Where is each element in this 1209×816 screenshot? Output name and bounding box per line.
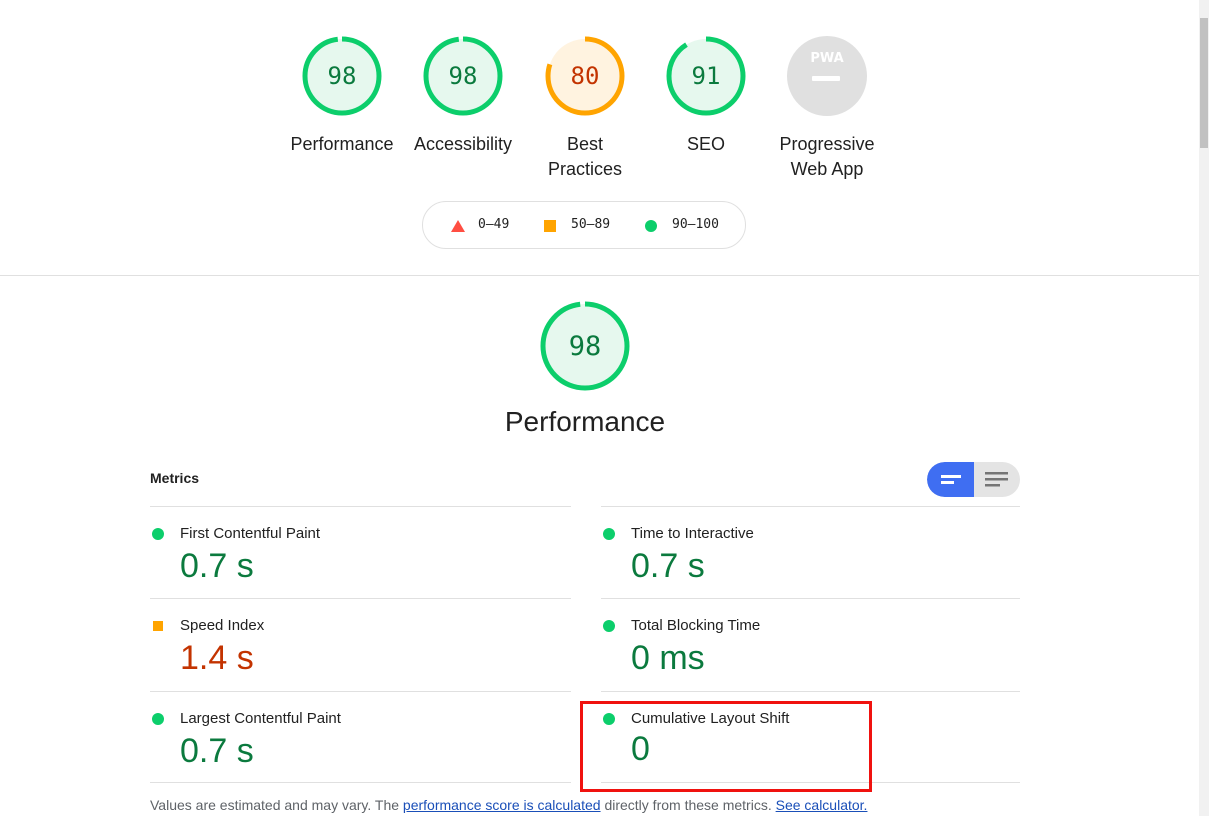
gauge-label: SEO — [686, 134, 725, 154]
pass-circle-icon — [152, 713, 164, 725]
pwa-badge-icon: PWA — [787, 36, 867, 116]
metrics-view-toggle[interactable] — [927, 462, 1020, 497]
annotation-highlight-box — [580, 701, 872, 792]
average-square-icon — [544, 220, 556, 232]
gauge-seo[interactable]: 91 SEO — [646, 34, 766, 157]
compact-view-button[interactable] — [927, 462, 974, 497]
metric-title: First Contentful Paint — [180, 525, 321, 542]
performance-title: Performance — [504, 406, 666, 437]
scrollbar-thumb[interactable] — [1200, 18, 1208, 148]
metrics-footnote: Values are estimated and may vary. The p… — [150, 797, 868, 813]
metric-largest-contentful-paint: Largest Contentful Paint 0.7 s — [150, 692, 570, 784]
metric-value: 0 ms — [631, 639, 705, 677]
gauge-label: Progressive Web App — [779, 134, 875, 179]
metric-speed-index: Speed Index 1.4 s — [150, 599, 570, 691]
metric-value: 0.7 s — [180, 732, 254, 770]
metric-first-contentful-paint: First Contentful Paint 0.7 s — [150, 507, 570, 599]
expanded-view-icon — [985, 472, 1008, 487]
score-legend: 0–49 50–89 90–100 — [422, 201, 746, 249]
metric-title: Time to Interactive — [631, 525, 754, 542]
gauge-pwa[interactable]: PWA Progressive Web App — [767, 34, 887, 182]
performance-large-score: 98 — [569, 331, 602, 362]
see-calculator-link[interactable]: See calculator. — [776, 797, 868, 813]
gauge-score: 98 — [449, 62, 478, 90]
compact-view-icon — [941, 475, 961, 484]
gauge-best-practices[interactable]: 80 Best Practices — [525, 34, 645, 182]
metric-value: 0.7 s — [180, 547, 254, 585]
gauge-label: Performance — [290, 134, 394, 154]
gauge-score: 80 — [571, 62, 600, 90]
gauge-score: 98 — [328, 62, 357, 90]
gauge-accessibility[interactable]: 98 Accessibility — [403, 34, 523, 157]
fail-triangle-icon — [451, 220, 465, 232]
accessibility-gauge-ring: 98 — [423, 36, 503, 116]
legend-fail-range: 0–49 — [478, 217, 510, 232]
average-square-icon — [153, 621, 163, 631]
pass-circle-icon — [603, 528, 615, 540]
metric-total-blocking-time: Total Blocking Time 0 ms — [601, 599, 1021, 691]
seo-gauge-ring: 91 — [666, 36, 746, 116]
section-divider — [0, 275, 1199, 276]
metric-value: 1.4 s — [180, 639, 254, 677]
gauge-label: Accessibility — [413, 134, 513, 154]
pass-circle-icon — [603, 620, 615, 632]
performance-large-gauge: 98 — [540, 301, 630, 391]
best-practices-gauge-ring: 80 — [545, 36, 625, 116]
metrics-heading: Metrics — [150, 470, 200, 486]
pass-circle-icon — [152, 528, 164, 540]
gauge-score: 91 — [692, 62, 721, 90]
expanded-view-button[interactable] — [974, 462, 1020, 497]
pwa-badge-text: PWA — [810, 51, 843, 66]
metric-time-to-interactive: Time to Interactive 0.7 s — [601, 507, 1021, 599]
metric-title: Total Blocking Time — [631, 617, 761, 634]
gauge-label: Best Practices — [547, 134, 623, 179]
metric-title: Largest Contentful Paint — [180, 710, 341, 727]
pass-circle-icon — [645, 220, 657, 232]
metric-value: 0.7 s — [631, 547, 705, 585]
page-scrollbar[interactable] — [1199, 0, 1209, 816]
performance-gauge-ring: 98 — [302, 36, 382, 116]
legend-pass-range: 90–100 — [672, 217, 719, 232]
performance-score-link[interactable]: performance score is calculated — [403, 797, 601, 813]
metric-title: Speed Index — [180, 617, 265, 634]
legend-average-range: 50–89 — [571, 217, 611, 232]
gauge-performance[interactable]: 98 Performance — [282, 34, 402, 157]
